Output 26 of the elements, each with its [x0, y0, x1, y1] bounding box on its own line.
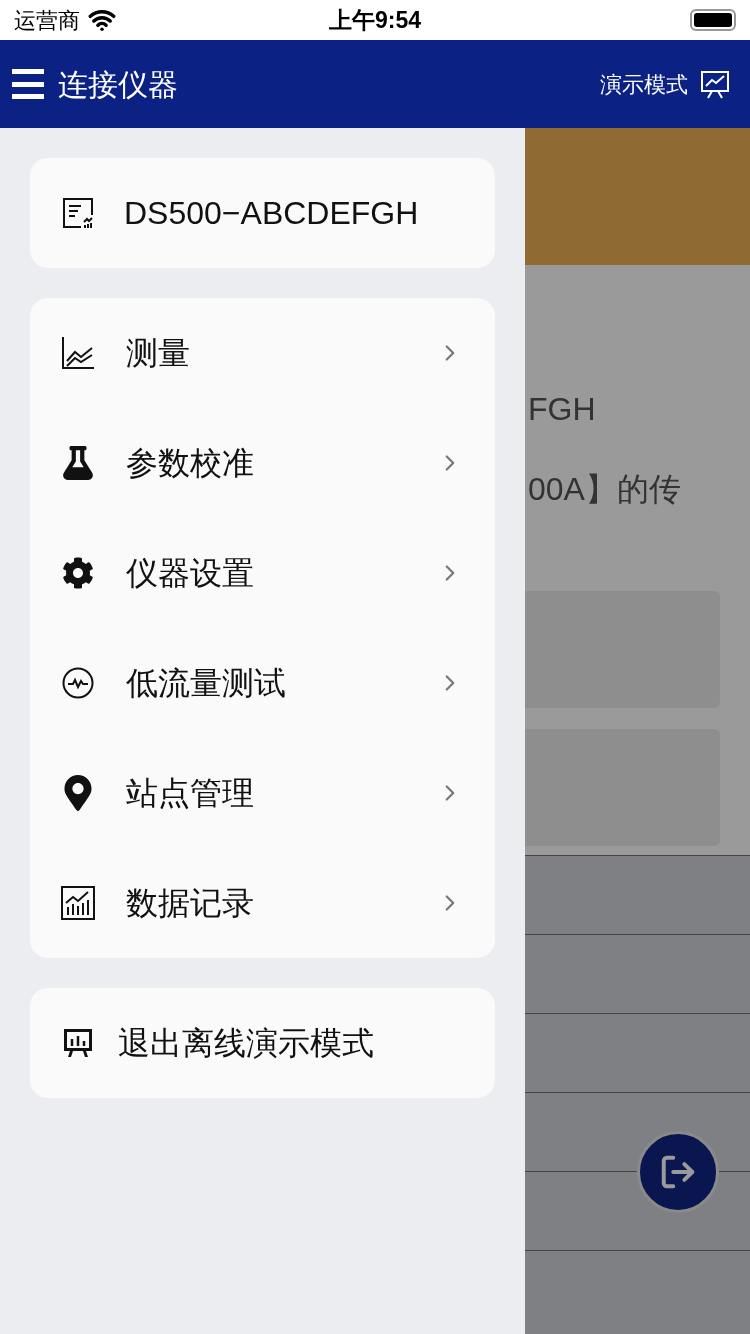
carrier-label: 运营商: [14, 6, 80, 35]
presentation-board-icon: [62, 1027, 94, 1059]
menu-item[interactable]: 低流量测试: [30, 628, 495, 738]
background-text: FGH: [528, 393, 597, 425]
page-title: 连接仪器: [58, 66, 178, 103]
document-chart-icon: [62, 197, 94, 229]
menu-item[interactable]: 测量: [30, 298, 495, 408]
flask-icon: [61, 446, 95, 480]
menu-item[interactable]: 站点管理: [30, 738, 495, 848]
bar-chart-icon: [61, 886, 95, 920]
status-time: 上午9:54: [328, 5, 421, 35]
menu-button[interactable]: [12, 68, 44, 100]
menu-item[interactable]: 参数校准: [30, 408, 495, 518]
logout-icon: [659, 1153, 697, 1191]
demo-mode-button[interactable]: 演示模式: [600, 67, 730, 101]
background-text: 00A】的传: [528, 473, 682, 505]
battery-icon: [690, 9, 736, 31]
exit-demo-item[interactable]: 退出离线演示模式: [30, 988, 495, 1098]
menu-item[interactable]: 仪器设置: [30, 518, 495, 628]
presentation-chart-icon: [700, 69, 730, 99]
pulse-icon: [62, 667, 94, 699]
settings-icon: [62, 557, 94, 589]
menu-item[interactable]: 数据记录: [30, 848, 495, 958]
line-chart-icon: [61, 336, 95, 370]
device-card[interactable]: DS500−ABCDEFGH: [30, 158, 495, 268]
device-name: DS500−ABCDEFGH: [124, 194, 419, 233]
